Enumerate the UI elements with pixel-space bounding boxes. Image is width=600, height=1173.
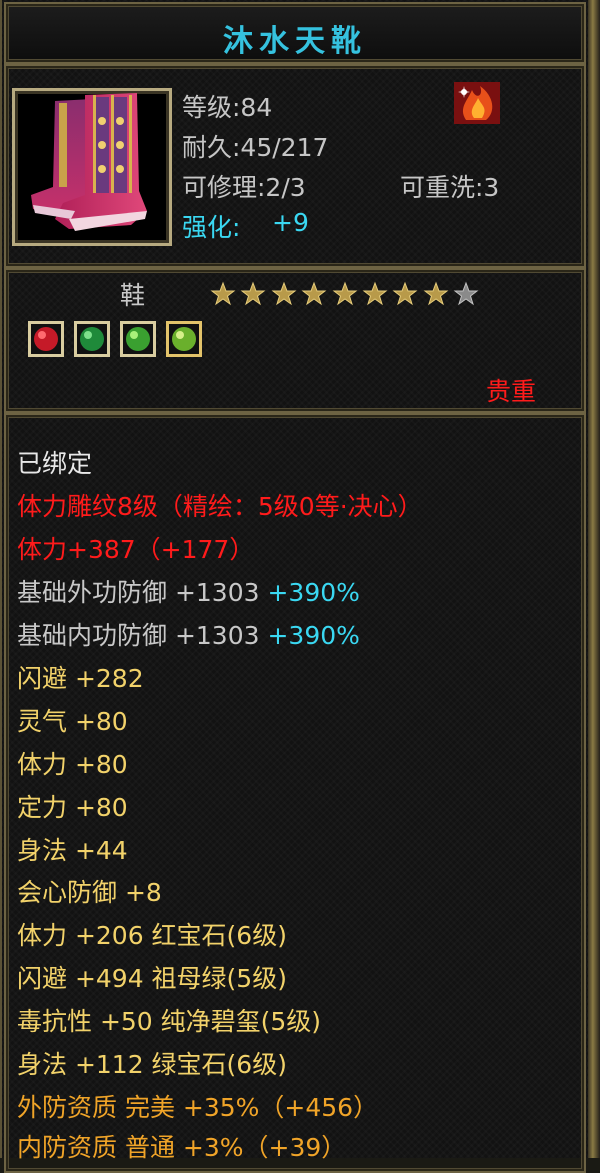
ext-def-line: 基础外功防御 +1303 +390% — [17, 573, 360, 609]
star-filled-icon — [423, 281, 449, 307]
rarity-label: 贵重 — [486, 377, 537, 406]
ruby-gem-icon — [28, 321, 64, 357]
int-quality-line: 内防资质 普通 +3%（+39） — [17, 1133, 347, 1162]
item-slot: 鞋 — [120, 281, 146, 310]
star-filled-icon — [271, 281, 297, 307]
background-edge — [588, 0, 600, 1158]
bound-status: 已绑定 — [17, 449, 93, 478]
ext-def-bonus: +390% — [267, 578, 360, 607]
item-name: 沐水天靴 — [223, 24, 367, 59]
star-filled-icon — [240, 281, 266, 307]
stamina-line: 体力 +80 — [17, 750, 128, 779]
agility-line: 身法 +44 — [17, 836, 128, 865]
gem-stamina-line: 体力 +206 红宝石(6级) — [17, 921, 287, 950]
int-def-line: 基础内功防御 +1303 +390% — [17, 616, 360, 652]
spirit-line: 灵气 +80 — [17, 707, 128, 736]
gem-agility-line: 身法 +112 绿宝石(6级) — [17, 1050, 287, 1079]
star-filled-icon — [332, 281, 358, 307]
ext-quality-line: 外防资质 完美 +35%（+456） — [17, 1093, 379, 1122]
item-durability: 耐久:45/217 — [182, 133, 329, 162]
engrave-line: 体力雕纹8级（精绘：5级0等·决心） — [17, 492, 423, 521]
item-rewashable: 可重洗:3 — [400, 173, 500, 202]
jade-gem-icon — [166, 321, 202, 357]
star-filled-icon — [362, 281, 388, 307]
gem-dodge-line: 闪避 +494 祖母绿(5级) — [17, 964, 287, 993]
dodge-line: 闪避 +282 — [17, 664, 144, 693]
item-level: 等级:84 — [182, 93, 273, 122]
green-gem-icon — [120, 321, 156, 357]
star-filled-icon — [301, 281, 327, 307]
ext-def-label: 基础外功防御 +1303 — [17, 578, 268, 607]
crit-def-line: 会心防御 +8 — [17, 878, 162, 907]
star-empty-icon — [453, 281, 479, 307]
emerald-gem-icon — [74, 321, 110, 357]
enhance-label: 强化: — [182, 213, 241, 242]
strength-line: 体力+387（+177） — [17, 535, 255, 564]
focus-line: 定力 +80 — [17, 793, 128, 822]
item-repairable: 可修理:2/3 — [182, 173, 306, 202]
item-tooltip: 沐水天靴 等级:84 耐久:45/217 可修理:2/3 可重洗:3 强化: +… — [0, 0, 588, 1173]
item-portrait-boots — [12, 88, 172, 246]
gem-poison-line: 毒抗性 +50 纯净碧玺(5级) — [17, 1007, 322, 1036]
enhance-value: +9 — [272, 208, 309, 237]
int-def-bonus: +390% — [267, 621, 360, 650]
title-bar: 沐水天靴 — [4, 2, 586, 64]
int-def-label: 基础内功防御 +1303 — [17, 621, 268, 650]
star-filled-icon — [210, 281, 236, 307]
star-filled-icon — [392, 281, 418, 307]
fire-buff-icon — [454, 82, 500, 124]
